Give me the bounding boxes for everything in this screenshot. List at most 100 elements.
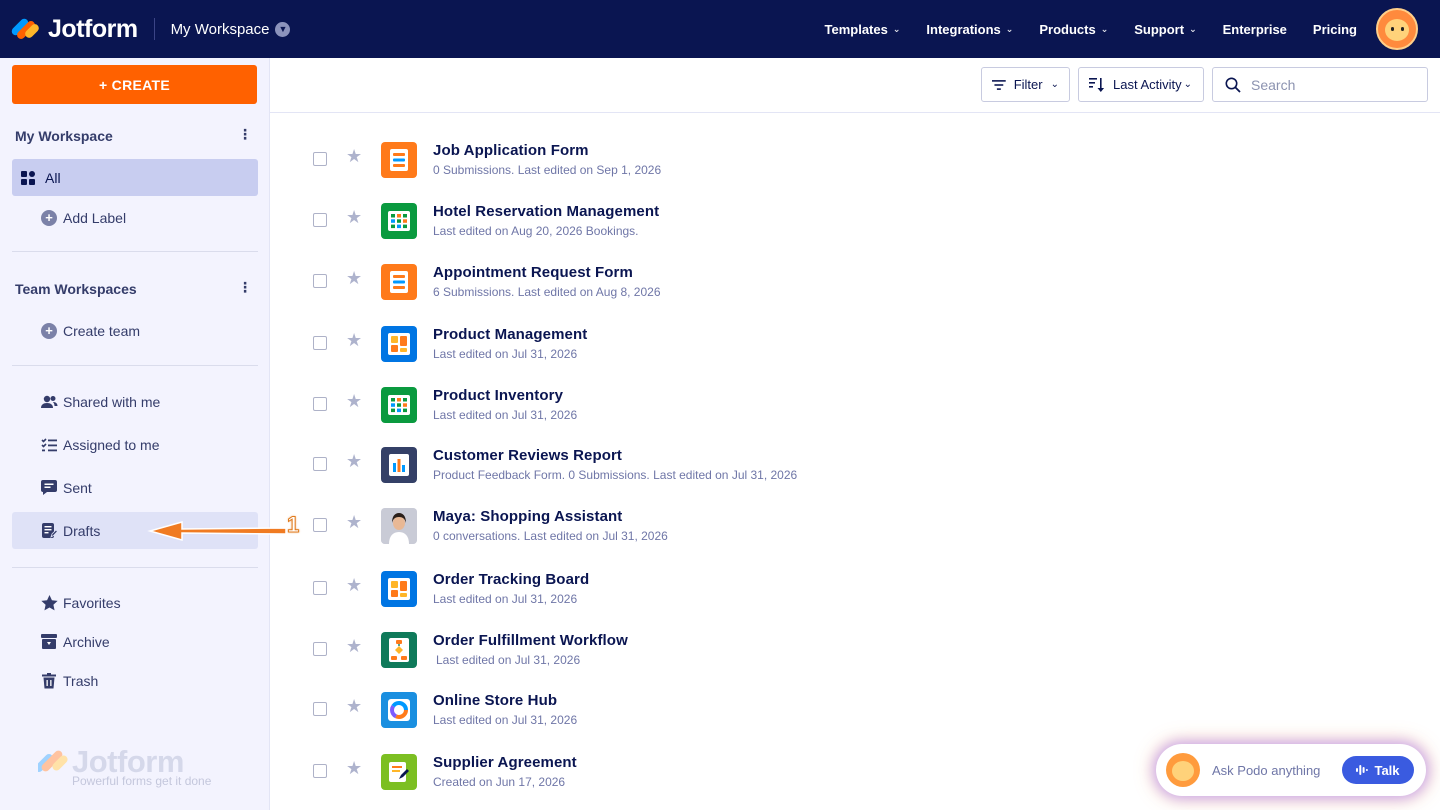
divider — [12, 567, 258, 568]
list-item[interactable]: ★ Maya: Shopping Assistant 0 conversatio… — [270, 479, 1440, 544]
draft-icon — [40, 522, 58, 540]
asset-title[interactable]: Product Management — [433, 326, 587, 343]
search-box[interactable] — [1212, 67, 1428, 102]
voice-wave-icon — [1356, 765, 1369, 775]
select-checkbox[interactable] — [313, 397, 327, 411]
sidebar-item-drafts[interactable]: Drafts — [12, 512, 286, 549]
asset-title[interactable]: Maya: Shopping Assistant — [433, 508, 622, 525]
chevron-down-icon: ⌄ — [1100, 23, 1109, 34]
search-input[interactable] — [1251, 76, 1411, 93]
archive-icon — [40, 633, 58, 651]
sign-icon — [381, 754, 417, 790]
asset-title[interactable]: Supplier Agreement — [433, 754, 577, 771]
asset-title[interactable]: Order Fulfillment Workflow — [433, 632, 628, 649]
list-item[interactable]: ★ Product Management Last edited on Jul … — [270, 297, 1440, 362]
favorite-star-icon[interactable]: ★ — [346, 513, 362, 531]
nav-label: Products — [1039, 21, 1096, 37]
list-item[interactable]: ★ Customer Reviews Report Product Feedba… — [270, 418, 1440, 483]
workspace-switcher[interactable]: My Workspace ▼ — [171, 21, 291, 38]
nav-support[interactable]: Support ⌄ — [1121, 22, 1209, 37]
asset-title[interactable]: Product Inventory — [433, 387, 563, 404]
list-item[interactable]: ★ Appointment Request Form 6 Submissions… — [270, 235, 1440, 300]
favorite-star-icon[interactable]: ★ — [346, 576, 362, 594]
divider — [12, 365, 258, 366]
asset-title[interactable]: Job Application Form — [433, 142, 589, 159]
sidebar-item-trash[interactable]: Trash — [12, 662, 258, 699]
nav-label: Enterprise — [1222, 21, 1287, 37]
sidebar-item-label: Archive — [63, 633, 110, 650]
filter-button[interactable]: Filter ⌄ — [981, 67, 1070, 102]
favorite-star-icon[interactable]: ★ — [346, 331, 362, 349]
select-checkbox[interactable] — [313, 152, 327, 166]
asset-subtitle: 0 conversations. Last edited on Jul 31, … — [433, 529, 668, 543]
create-team-button[interactable]: + Create team — [12, 312, 258, 349]
add-label-button[interactable]: + Add Label — [12, 199, 258, 236]
agent-avatar-icon — [381, 508, 417, 544]
brand-tagline: Powerful forms get it done — [72, 774, 212, 788]
favorite-star-icon[interactable]: ★ — [346, 208, 362, 226]
asset-title[interactable]: Online Store Hub — [433, 692, 557, 709]
users-icon — [40, 393, 58, 411]
sidebar-item-label: Trash — [63, 672, 99, 689]
sidebar-brand: Jotform Powerful forms get it done — [38, 744, 211, 788]
select-checkbox[interactable] — [313, 213, 327, 227]
sidebar-item-favorites[interactable]: Favorites — [12, 584, 258, 621]
select-checkbox[interactable] — [313, 457, 327, 471]
brand-name: Jotform — [48, 14, 138, 43]
sidebar-item-all[interactable]: All — [12, 159, 258, 196]
select-checkbox[interactable] — [313, 336, 327, 350]
nav-enterprise[interactable]: Enterprise — [1210, 22, 1300, 37]
list-item[interactable]: ★ Job Application Form 0 Submissions. La… — [270, 113, 1440, 178]
asset-title[interactable]: Order Tracking Board — [433, 571, 589, 588]
ask-podo-widget[interactable]: Ask Podo anything Talk — [1156, 744, 1426, 796]
more-options-icon[interactable]: ⋮ — [238, 279, 252, 296]
favorite-star-icon[interactable]: ★ — [346, 452, 362, 470]
user-avatar[interactable] — [1376, 8, 1418, 50]
nav-products[interactable]: Products ⌄ — [1026, 22, 1121, 37]
select-checkbox[interactable] — [313, 581, 327, 595]
talk-button[interactable]: Talk — [1342, 756, 1414, 784]
list-item[interactable]: ★ Order Fulfillment Workflow Last edited… — [270, 603, 1440, 668]
favorite-star-icon[interactable]: ★ — [346, 147, 362, 165]
list-item[interactable]: ★ Order Tracking Board Last edited on Ju… — [270, 542, 1440, 607]
divider — [12, 251, 258, 252]
sidebar-item-sent[interactable]: Sent — [12, 469, 258, 506]
top-navbar: Jotform My Workspace ▼ Templates ⌄ Integr… — [0, 0, 1440, 58]
select-checkbox[interactable] — [313, 274, 327, 288]
jotform-logo[interactable]: Jotform — [10, 0, 138, 58]
app-icon — [381, 692, 417, 728]
list-item[interactable]: ★ Product Inventory Last edited on Jul 3… — [270, 358, 1440, 423]
favorite-star-icon[interactable]: ★ — [346, 269, 362, 287]
favorite-star-icon[interactable]: ★ — [346, 392, 362, 410]
sidebar-item-archive[interactable]: Archive — [12, 623, 258, 660]
form-icon — [381, 264, 417, 300]
podo-prompt[interactable]: Ask Podo anything — [1212, 763, 1320, 778]
asset-subtitle: Created on Jun 17, 2026 — [433, 775, 566, 789]
select-checkbox[interactable] — [313, 642, 327, 656]
chevron-down-icon: ⌄ — [1183, 79, 1193, 90]
board-icon — [381, 326, 417, 362]
main-nav: Templates ⌄ Integrations ⌄ Products ⌄ Suppo… — [812, 8, 1440, 50]
asset-title[interactable]: Hotel Reservation Management — [433, 203, 659, 220]
select-checkbox[interactable] — [313, 764, 327, 778]
favorite-star-icon[interactable]: ★ — [346, 637, 362, 655]
nav-integrations[interactable]: Integrations ⌄ — [913, 22, 1026, 37]
select-checkbox[interactable] — [313, 518, 327, 532]
asset-title[interactable]: Appointment Request Form — [433, 264, 633, 281]
sidebar-item-shared[interactable]: Shared with me — [12, 383, 258, 420]
nav-pricing[interactable]: Pricing — [1300, 22, 1370, 37]
nav-templates[interactable]: Templates ⌄ — [812, 22, 914, 37]
asset-title[interactable]: Customer Reviews Report — [433, 447, 622, 464]
list-item[interactable]: ★ Online Store Hub Last edited on Jul 31… — [270, 663, 1440, 728]
grid-icon — [19, 169, 37, 187]
sort-label: Last Activity — [1113, 77, 1182, 92]
sidebar-item-assigned[interactable]: Assigned to me — [12, 426, 258, 463]
sort-button[interactable]: Last Activity ⌄ — [1078, 67, 1204, 102]
select-checkbox[interactable] — [313, 702, 327, 716]
jotform-logo-icon — [10, 17, 41, 41]
list-item[interactable]: ★ Hotel Reservation Management Last edit… — [270, 174, 1440, 239]
create-button[interactable]: + CREATE — [12, 65, 257, 104]
more-options-icon[interactable]: ⋮ — [238, 126, 252, 143]
favorite-star-icon[interactable]: ★ — [346, 697, 362, 715]
favorite-star-icon[interactable]: ★ — [346, 759, 362, 777]
